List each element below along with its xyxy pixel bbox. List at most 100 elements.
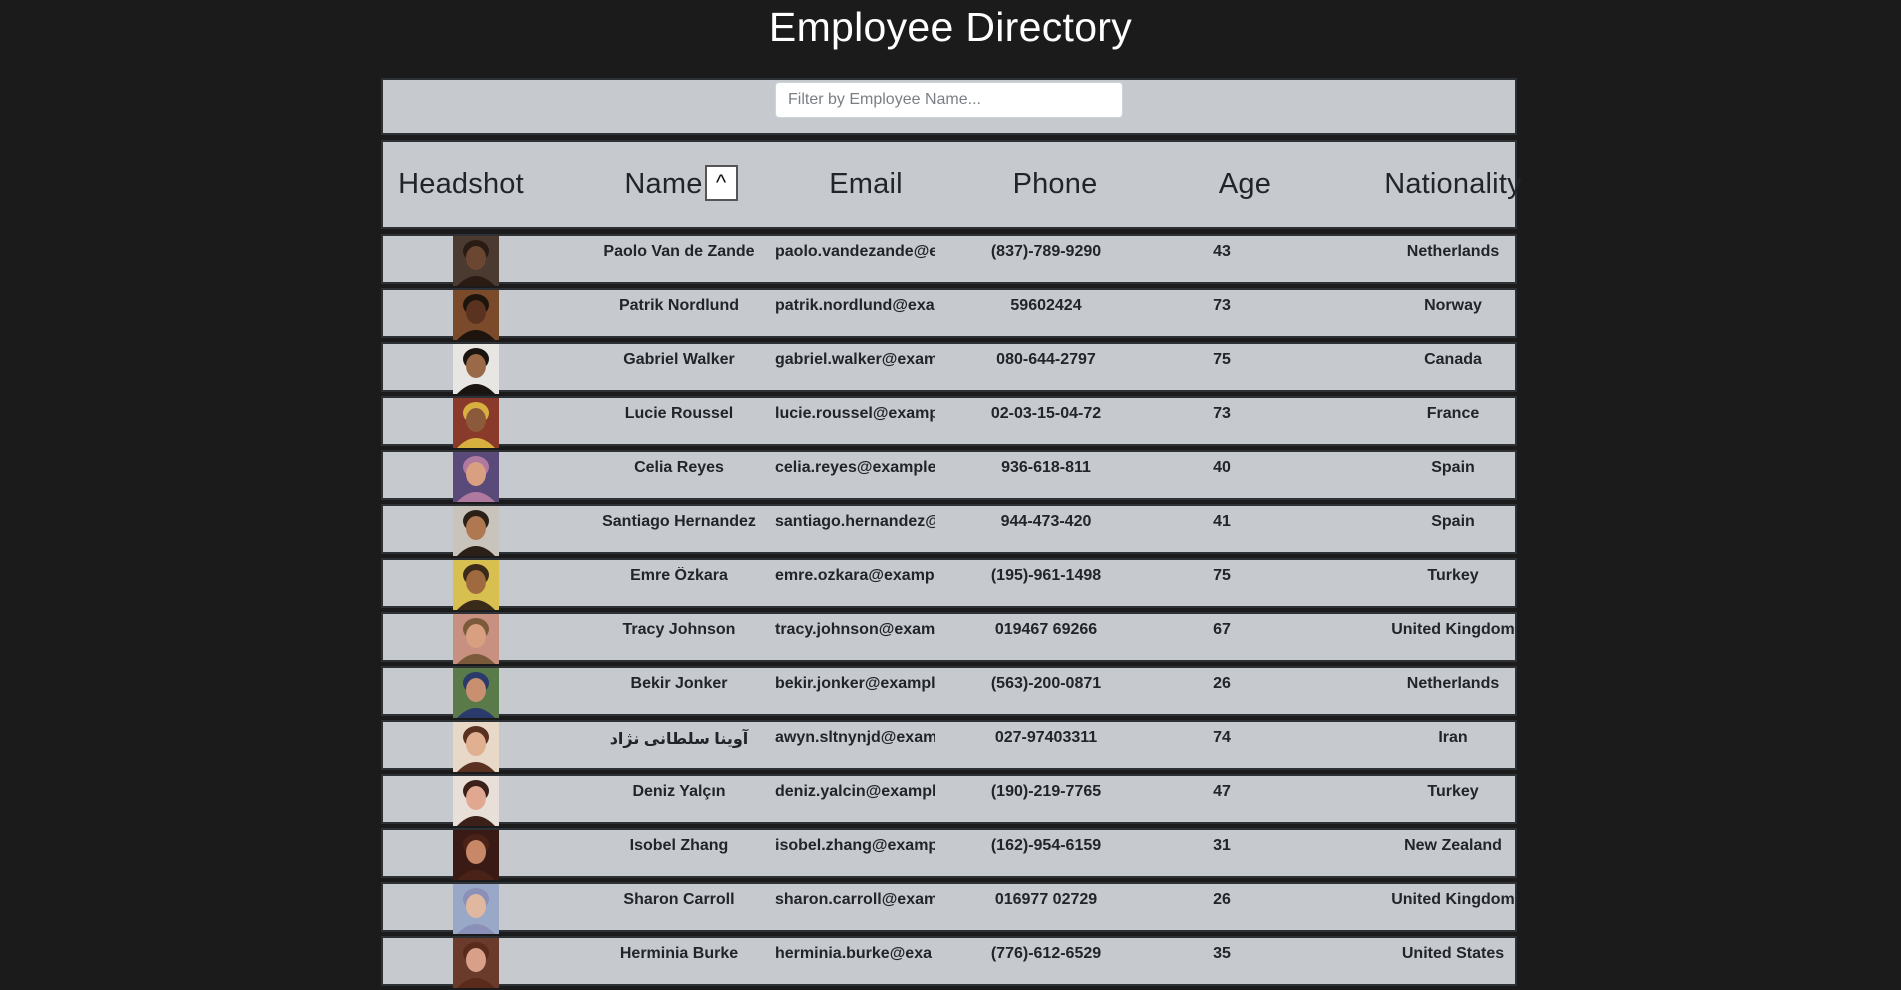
employee-phone: (190)-219-7765 [990,783,1102,800]
employee-email: herminia.burke@exa [775,945,932,962]
employee-email: patrik.nordlund@exa [775,297,935,314]
employee-age: 31 [1213,837,1231,854]
employee-nationality: United Kingdom [1391,891,1515,908]
employee-email: isobel.zhang@examp [775,837,935,854]
sort-name-button[interactable]: ^ [704,164,738,201]
employee-name: Lucie Roussel [624,405,734,422]
employee-email: santiago.hernandez@ [775,513,935,530]
employee-phone: 016977 02729 [994,891,1098,908]
table-row: Bekir Jonker bekir.jonker@exampl (563)-200… [381,666,1517,718]
employee-email: celia.reyes@example. [775,459,935,476]
employee-phone: 944-473-420 [1000,513,1092,530]
avatar [453,668,499,718]
employee-phone: (162)-954-6159 [990,837,1102,854]
employee-name-filter-input[interactable] [775,82,1123,118]
employee-age: 43 [1213,243,1231,260]
employee-email: paolo.vandezande@e [775,243,935,260]
avatar [453,290,499,340]
employee-nationality: Canada [1424,351,1482,368]
table-row: Tracy Johnson tracy.johnson@exam 019467 69… [381,612,1517,664]
employee-name: Santiago Hernandez [602,513,756,530]
avatar [453,614,499,664]
employee-email: gabriel.walker@exam [775,351,935,368]
table-row: Gabriel Walker gabriel.walker@exam 080-644… [381,342,1517,394]
employee-email: sharon.carroll@exam [775,891,935,908]
employee-name: Paolo Van de Zande [603,243,755,260]
employee-age: 73 [1213,297,1231,314]
employee-phone: 080-644-2797 [996,351,1096,368]
avatar [453,938,499,988]
employee-name: Sharon Carroll [623,891,735,908]
avatar [453,506,499,556]
header-age: Age [1218,168,1272,200]
employee-email: bekir.jonker@exampl [775,675,935,692]
employee-nationality: Spain [1431,513,1475,530]
table-row: Santiago Hernandez santiago.hernandez@ 944… [381,504,1517,556]
header-nationality: Nationality [1384,168,1522,200]
employee-age: 74 [1213,729,1231,746]
table-header: Headshot Name ^ Email Phone Age National… [381,140,1522,229]
employee-name: Isobel Zhang [629,837,729,854]
employee-name: Bekir Jonker [630,675,728,692]
employee-age: 26 [1213,675,1231,692]
employee-nationality: Netherlands [1406,675,1500,692]
header-headshot: Headshot [398,168,524,200]
employee-nationality: New Zealand [1404,837,1502,854]
employee-nationality: Netherlands [1406,243,1500,260]
employee-phone: (837)-789-9290 [990,243,1102,260]
employee-age: 26 [1213,891,1231,908]
employee-age: 75 [1213,351,1231,368]
employee-age: 47 [1213,783,1231,800]
employee-name: Patrik Nordlund [618,297,739,314]
employee-nationality: Turkey [1427,783,1479,800]
employee-email: deniz.yalcin@exampl [775,783,935,800]
avatar [453,722,499,772]
header-name: Name [624,168,703,200]
avatar [453,560,499,610]
employee-nationality: United States [1401,945,1505,962]
employee-email: tracy.johnson@exam [775,621,935,638]
employee-table-body: Paolo Van de Zande paolo.vandezande@e (837… [381,234,1517,988]
employee-phone: 02-03-15-04-72 [990,405,1102,422]
employee-age: 73 [1213,405,1231,422]
employee-age: 75 [1213,567,1231,584]
employee-name: آوینا سلطانی نژاد [609,731,749,748]
employee-phone: 59602424 [1010,297,1082,314]
table-row: Herminia Burke herminia.burke@exa (776)-61… [381,936,1517,988]
avatar [453,398,499,448]
avatar [453,884,499,934]
employee-nationality: Spain [1431,459,1475,476]
employee-name: Emre Özkara [630,567,728,584]
employee-phone: (563)-200-0871 [990,675,1102,692]
employee-nationality: Turkey [1427,567,1479,584]
employee-nationality: United Kingdom [1391,621,1515,638]
header-email: Email [829,168,903,200]
employee-name: Gabriel Walker [623,351,735,368]
employee-phone: 027-97403311 [994,729,1098,746]
employee-phone: (195)-961-1498 [990,567,1102,584]
employee-age: 41 [1213,513,1231,530]
employee-phone: (776)-612-6529 [990,945,1102,962]
employee-phone: 936-618-811 [1001,459,1091,476]
avatar [453,344,499,394]
employee-phone: 019467 69266 [994,621,1098,638]
employee-nationality: France [1426,405,1480,422]
table-row: آوینا سلطانی نژاد awyn.sltnynjd@exam 027-9… [381,720,1517,772]
header-phone: Phone [1012,168,1098,200]
employee-nationality: Iran [1438,729,1468,746]
employee-age: 67 [1213,621,1231,638]
directory-container: Headshot Name ^ Email Phone Age National… [381,78,1522,990]
employee-name: Deniz Yalçın [632,783,726,800]
employee-age: 35 [1213,945,1231,962]
avatar [453,452,499,502]
employee-email: lucie.roussel@examp [775,405,935,422]
table-row: Sharon Carroll sharon.carroll@exam 016977 … [381,882,1517,934]
avatar [453,236,499,286]
table-row: Deniz Yalçın deniz.yalcin@exampl (190)-219… [381,774,1517,826]
table-row: Paolo Van de Zande paolo.vandezande@e (837… [381,234,1517,286]
employee-email: awyn.sltnynjd@exam [775,729,935,746]
table-row: Isobel Zhang isobel.zhang@examp (162)-954-… [381,828,1517,880]
employee-email: emre.ozkara@examp [775,567,935,584]
employee-name: Tracy Johnson [622,621,736,638]
employee-name: Herminia Burke [619,945,739,962]
